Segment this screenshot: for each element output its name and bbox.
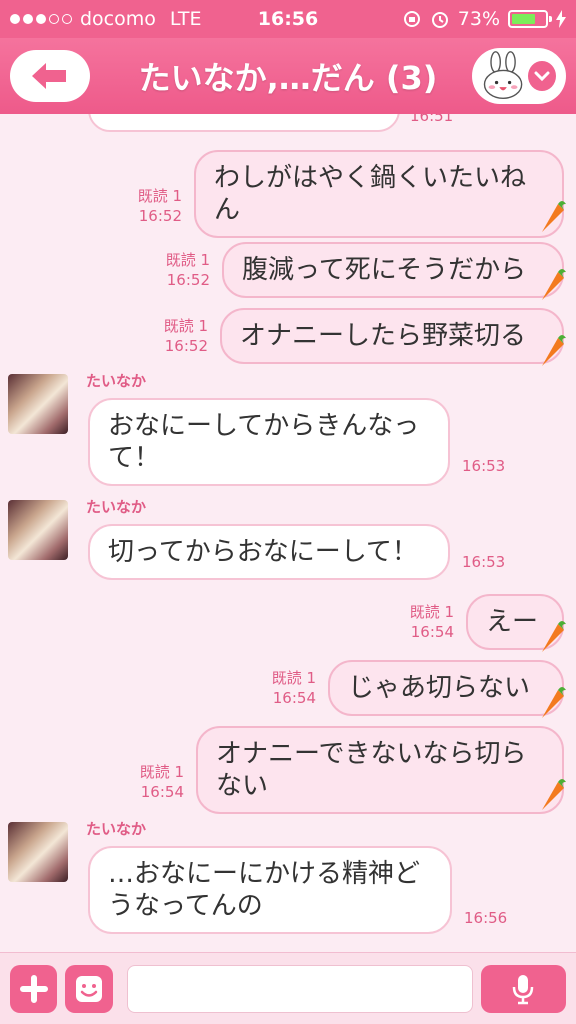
chat-title: たいなか,…だん (3)	[138, 59, 438, 97]
message-text: えー	[486, 607, 539, 637]
message-text: …おなにーにかける精神どうなってんの	[108, 859, 421, 921]
arrow-left-icon	[32, 63, 66, 89]
incoming-message-bubble: …おなにーにかける精神どうなってんの	[88, 846, 452, 934]
message-input[interactable]	[126, 964, 473, 1013]
message-time: 16:56	[464, 909, 508, 927]
carrot-icon	[542, 621, 566, 652]
message-meta: 既読 1 16:54	[122, 762, 184, 802]
chat-menu-button[interactable]	[472, 48, 566, 104]
message-time: 16:53	[462, 457, 506, 475]
outgoing-message-bubble: じゃあ切らない	[328, 660, 564, 716]
message-time: 16:54	[272, 689, 316, 707]
message-text: オナニーできないなら切らない	[216, 739, 527, 801]
incoming-message-bubble: 切ってからおなにーして！	[88, 524, 450, 580]
back-button[interactable]	[10, 50, 90, 102]
mic-icon	[513, 974, 534, 1004]
read-receipt: 既読 1	[163, 317, 208, 335]
alarm-icon	[431, 12, 448, 28]
chat-area[interactable]: 16:51 わしがはやく鍋くいたいねん 既読 1 16:52 腹減って死にそうだか…	[0, 114, 576, 952]
message-meta: 既読 1 16:54	[392, 602, 454, 642]
outgoing-message-bubble: オナニーしたら野菜切る	[220, 308, 564, 364]
read-receipt: 既読 1	[271, 669, 316, 687]
message-time: 16:54	[140, 783, 184, 801]
message-text: わしがはやく鍋くいたいねん	[214, 163, 527, 225]
carrot-icon	[542, 269, 566, 300]
rotation-lock-icon	[403, 11, 420, 27]
carrot-icon	[542, 687, 566, 718]
avatar[interactable]	[8, 374, 68, 434]
carrot-icon	[542, 335, 566, 366]
read-receipt: 既読 1	[137, 187, 182, 205]
carrot-icon	[542, 779, 566, 810]
message-meta: 既読 1 16:52	[146, 316, 208, 356]
carrot-icon	[542, 201, 566, 232]
add-button[interactable]	[10, 964, 58, 1013]
avatar[interactable]	[8, 500, 68, 560]
sender-name: たいなか	[86, 820, 147, 838]
message-meta: 既読 1 16:52	[120, 186, 182, 226]
read-receipt: 既読 1	[165, 251, 210, 269]
message-time: 16:52	[166, 271, 210, 289]
message-text: 切ってからおなにーして！	[108, 537, 418, 567]
read-receipt: 既読 1	[409, 603, 454, 621]
message-time: 16:54	[410, 623, 454, 641]
message-time-partial: 16:51	[410, 114, 454, 125]
outgoing-message-bubble: 腹減って死にそうだから	[222, 242, 564, 298]
voice-button[interactable]	[480, 964, 566, 1013]
plus-icon	[19, 974, 48, 1003]
message-meta: 既読 1 16:52	[148, 250, 210, 290]
carrier-name: docomo	[80, 8, 156, 30]
sticker-button[interactable]	[65, 964, 113, 1013]
avatar[interactable]	[8, 822, 68, 882]
charging-icon	[556, 10, 566, 28]
message-time: 16:52	[164, 337, 208, 355]
sender-name: たいなか	[86, 372, 147, 390]
message-text: オナニーしたら野菜切る	[240, 321, 527, 351]
chevron-down-icon	[528, 61, 556, 91]
sender-name: たいなか	[86, 498, 147, 516]
incoming-message-bubble: おなにーしてからきんなって！	[88, 398, 450, 486]
message-text: おなにーしてからきんなって！	[108, 411, 420, 473]
network-type: LTE	[169, 8, 202, 30]
message-input-bar	[0, 952, 576, 1024]
battery-icon	[508, 10, 552, 28]
bunny-icon	[483, 51, 523, 99]
battery-percent: 73%	[457, 8, 500, 30]
outgoing-message-bubble: オナニーできないなら切らない	[196, 726, 564, 814]
status-bar: docomo LTE 16:56 73%	[0, 0, 576, 38]
message-bubble-partial	[88, 114, 400, 132]
message-time: 16:53	[462, 553, 506, 571]
chat-header: たいなか,…だん (3)	[0, 38, 576, 114]
message-text: 腹減って死にそうだから	[242, 255, 527, 285]
outgoing-message-bubble: わしがはやく鍋くいたいねん	[194, 150, 564, 238]
message-text: じゃあ切らない	[348, 673, 531, 703]
smile-icon	[76, 975, 103, 1002]
signal-strength-icon	[10, 14, 72, 24]
read-receipt: 既読 1	[139, 763, 184, 781]
message-meta: 既読 1 16:54	[254, 668, 316, 708]
message-time: 16:52	[138, 207, 182, 225]
